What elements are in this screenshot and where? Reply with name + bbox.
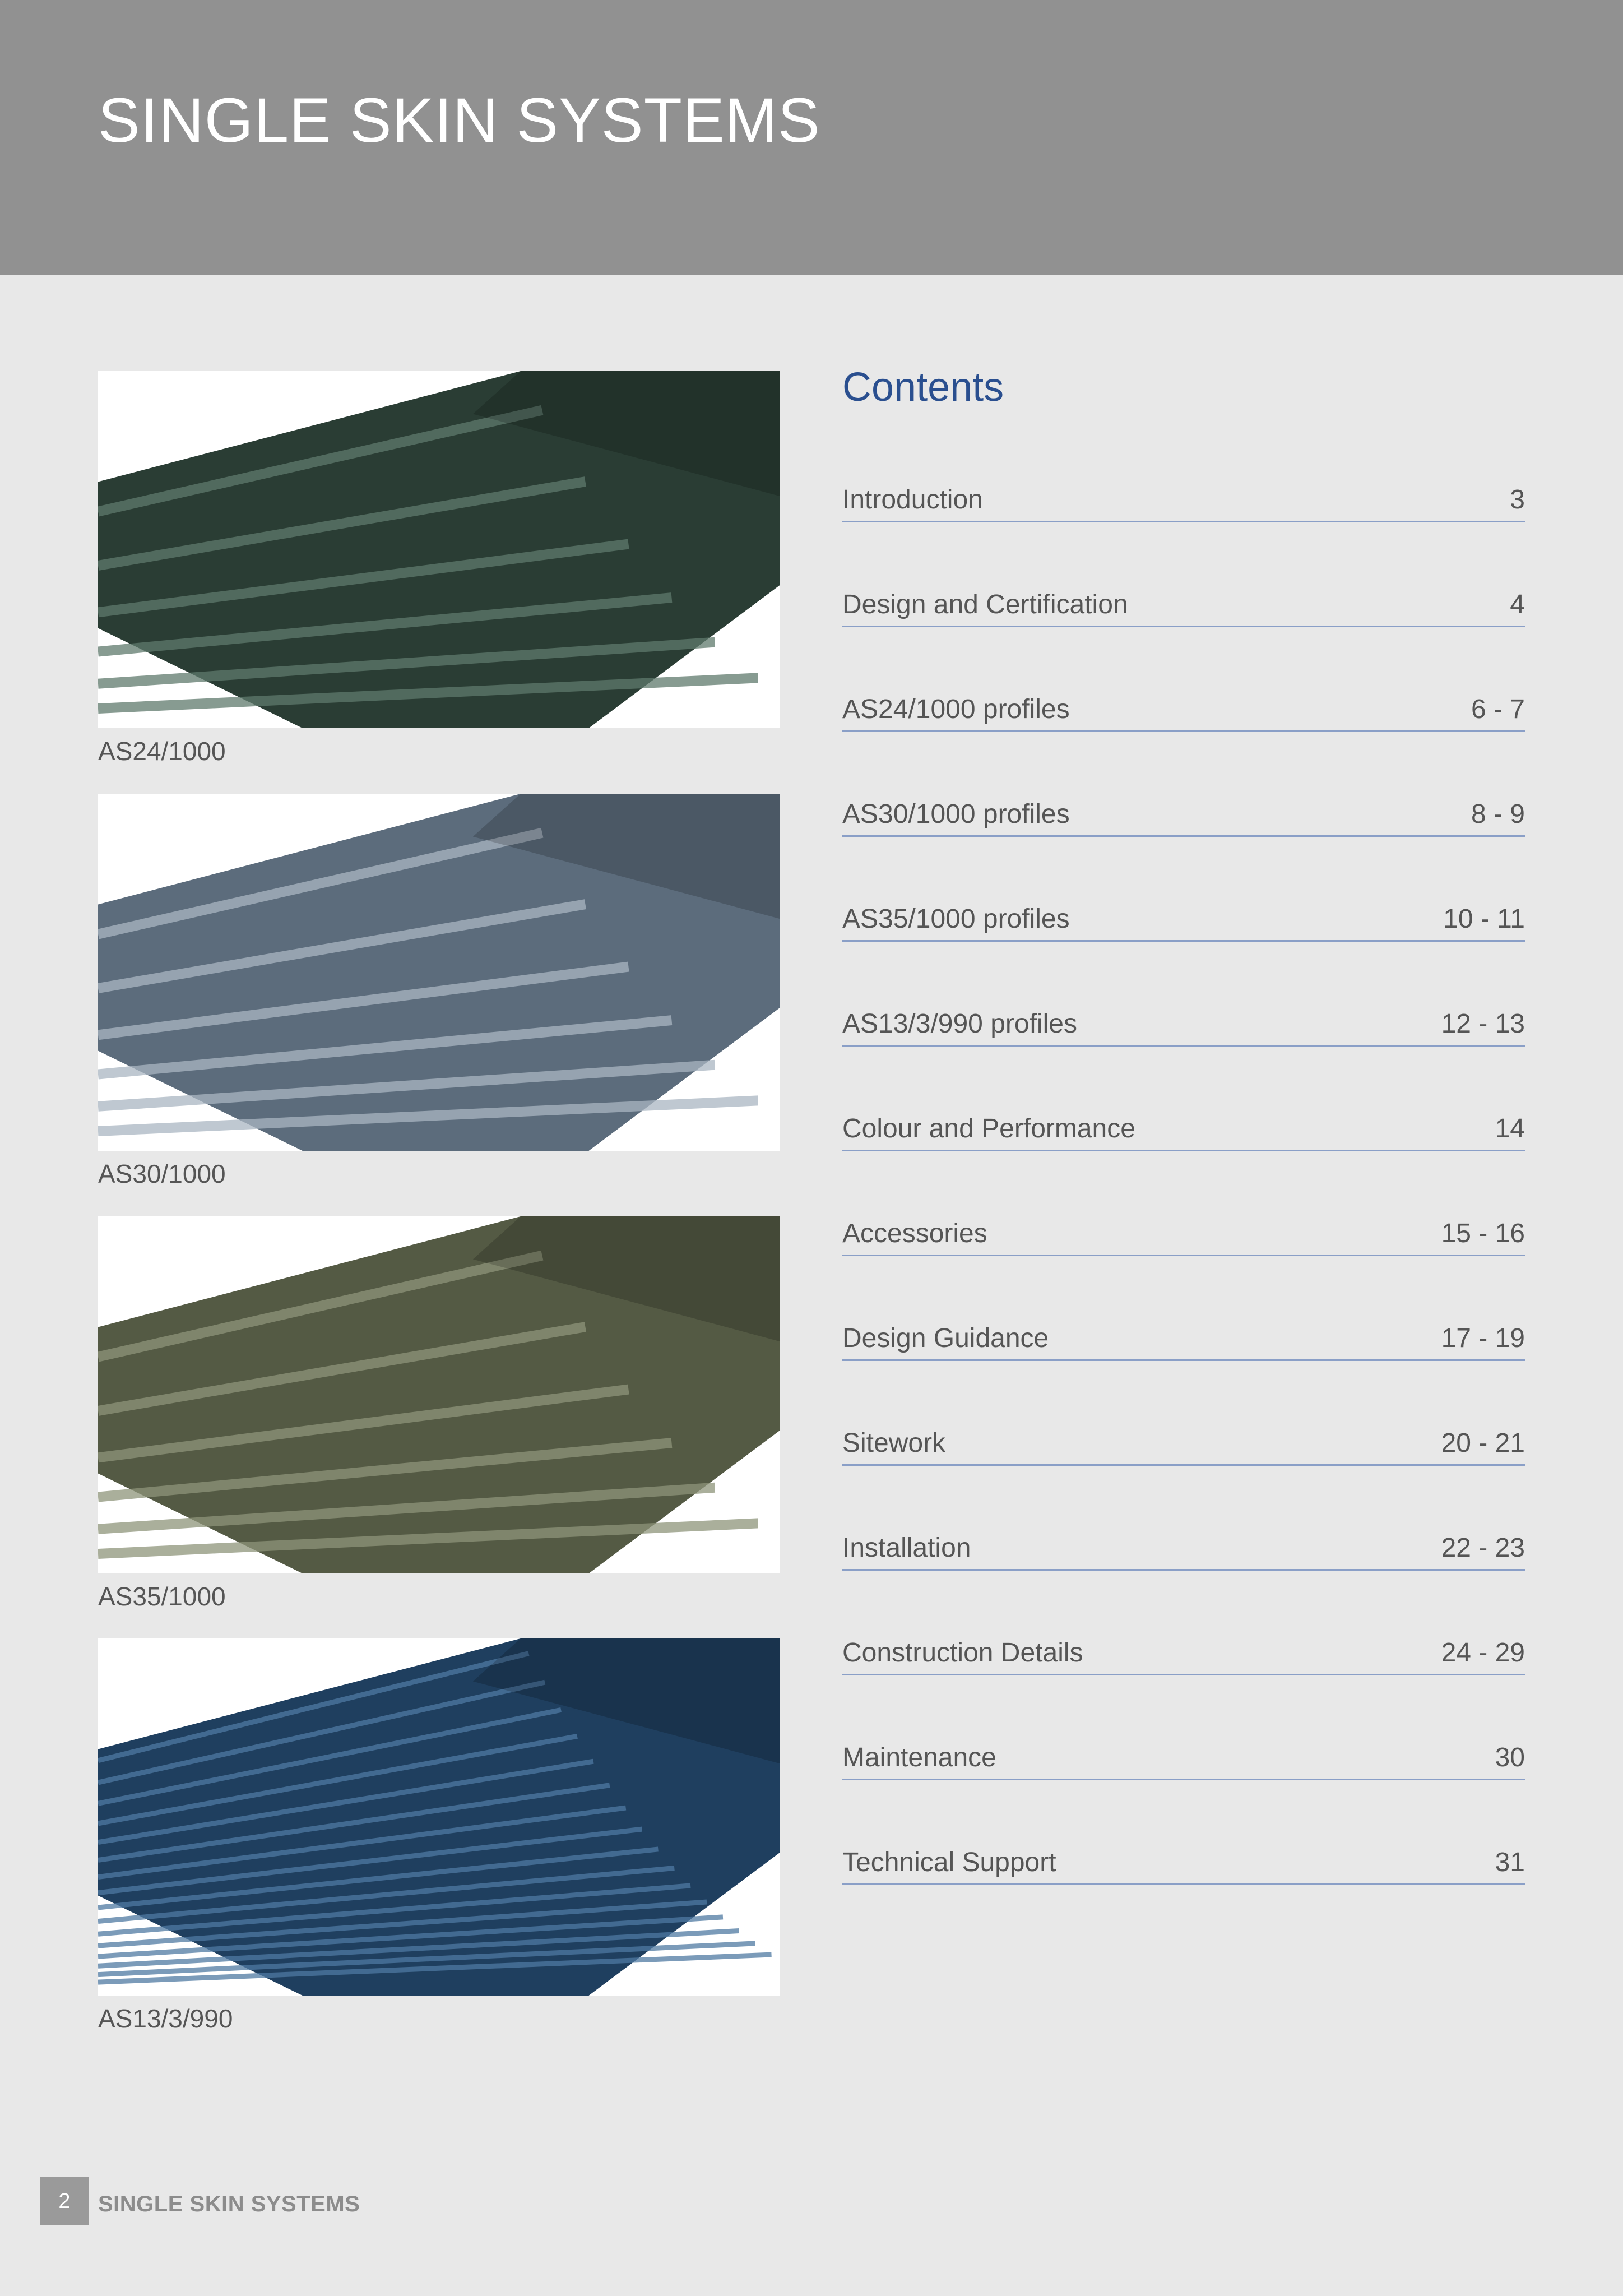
product-caption: AS35/1000	[98, 1582, 226, 1611]
product-panel-as24: AS24/1000	[98, 371, 780, 766]
product-panel-as35: AS35/1000	[98, 1216, 780, 1612]
toc-entry-pages: 8 - 9	[1471, 799, 1525, 829]
toc-entry-title: AS30/1000 profiles	[842, 799, 1070, 829]
toc-entry-title: AS13/3/990 profiles	[842, 1009, 1077, 1039]
toc-entry[interactable]: AS35/1000 profiles 10 - 11	[842, 879, 1525, 942]
toc-entry[interactable]: Installation 22 - 23	[842, 1508, 1525, 1571]
toc-entry-title: AS24/1000 profiles	[842, 695, 1070, 724]
toc-entry[interactable]: Construction Details 24 - 29	[842, 1613, 1525, 1675]
toc-entry[interactable]: Technical Support 31	[842, 1822, 1525, 1885]
toc-entry-title: Sitework	[842, 1428, 946, 1458]
toc-entry[interactable]: AS30/1000 profiles 8 - 9	[842, 774, 1525, 837]
toc-entry[interactable]: Colour and Performance 14	[842, 1089, 1525, 1151]
product-caption: AS13/3/990	[98, 2004, 233, 2033]
toc-entry-title: Colour and Performance	[842, 1114, 1135, 1144]
page-title: SINGLE SKIN SYSTEMS	[98, 85, 820, 155]
toc-entry[interactable]: Sitework 20 - 21	[842, 1403, 1525, 1466]
toc-entry-pages: 12 - 13	[1441, 1009, 1525, 1039]
toc-entry-pages: 6 - 7	[1471, 695, 1525, 724]
product-image-as30	[98, 794, 780, 1151]
toc-entry[interactable]: Design Guidance 17 - 19	[842, 1298, 1525, 1361]
contents-heading: Contents	[842, 365, 1004, 410]
product-panel-as13: AS13/3/990	[98, 1638, 780, 2034]
product-image-as24	[98, 371, 780, 728]
toc-entry-title: AS35/1000 profiles	[842, 904, 1070, 934]
footer-label: SINGLE SKIN SYSTEMS	[98, 2192, 360, 2216]
toc-entry-pages: 15 - 16	[1441, 1219, 1525, 1248]
product-image-as13	[98, 1638, 780, 1996]
toc-entry-pages: 20 - 21	[1441, 1428, 1525, 1458]
toc-entry-title: Design and Certification	[842, 590, 1128, 619]
toc-entry-title: Design Guidance	[842, 1323, 1049, 1353]
page-number-badge: 2	[40, 2177, 89, 2225]
toc-entry-title: Technical Support	[842, 1848, 1056, 1877]
toc-entry-pages: 14	[1495, 1114, 1525, 1144]
toc-entry[interactable]: Introduction 3	[842, 460, 1525, 522]
toc-entry[interactable]: AS24/1000 profiles 6 - 7	[842, 669, 1525, 732]
toc-entry-title: Construction Details	[842, 1638, 1083, 1668]
product-panel-as30: AS30/1000	[98, 794, 780, 1189]
toc-entry-pages: 24 - 29	[1441, 1638, 1525, 1668]
toc-entry-pages: 17 - 19	[1441, 1323, 1525, 1353]
toc-entry-title: Installation	[842, 1533, 971, 1563]
toc-entry[interactable]: Accessories 15 - 16	[842, 1193, 1525, 1256]
toc-entry-title: Introduction	[842, 485, 983, 515]
product-caption: AS24/1000	[98, 737, 226, 766]
toc-entry-pages: 3	[1510, 485, 1525, 515]
product-caption: AS30/1000	[98, 1159, 226, 1188]
toc-entry-pages: 31	[1495, 1848, 1525, 1877]
toc-entry-pages: 4	[1510, 590, 1525, 619]
toc-entry-pages: 22 - 23	[1441, 1533, 1525, 1563]
toc-entry[interactable]: Maintenance 30	[842, 1718, 1525, 1780]
toc-entry-title: Maintenance	[842, 1743, 996, 1772]
toc-entry[interactable]: AS13/3/990 profiles 12 - 13	[842, 984, 1525, 1047]
product-image-as35	[98, 1216, 780, 1573]
toc-entry-pages: 10 - 11	[1443, 904, 1525, 934]
toc-entry[interactable]: Design and Certification 4	[842, 564, 1525, 627]
toc-entry-title: Accessories	[842, 1219, 987, 1248]
toc-entry-pages: 30	[1495, 1743, 1525, 1772]
